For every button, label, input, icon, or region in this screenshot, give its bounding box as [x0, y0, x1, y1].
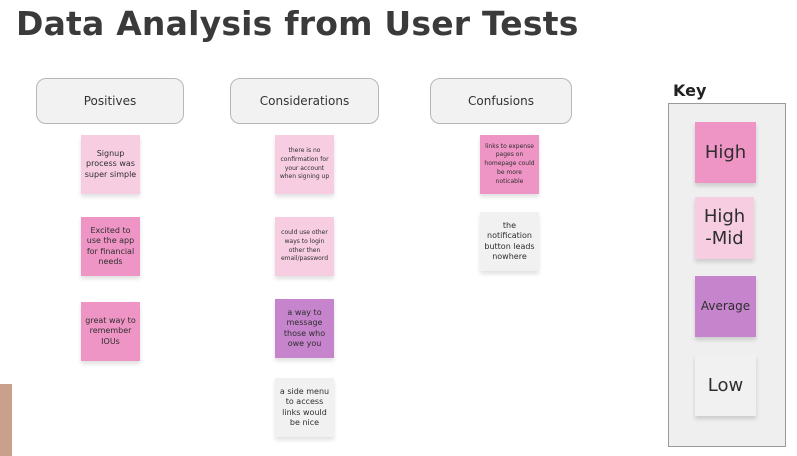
- sticky-note: there is no confirmation for your accoun…: [275, 135, 334, 194]
- page-title: Data Analysis from User Tests: [16, 4, 579, 43]
- sticky-note: the notification button leads nowhere: [480, 212, 539, 271]
- key-item-high-mid: High-Mid: [695, 197, 754, 259]
- sticky-note: a way to message those who owe you: [275, 299, 334, 358]
- key-item-high: High: [695, 122, 756, 183]
- left-edge-strip: [0, 384, 12, 456]
- column-header-considerations: Considerations: [230, 78, 379, 124]
- key-item-average: Average: [695, 276, 756, 337]
- sticky-note: links to expense pages on homepage could…: [480, 135, 539, 194]
- key-panel: High High-Mid Average Low: [668, 103, 786, 447]
- sticky-note: could use other ways to login other then…: [275, 217, 334, 276]
- sticky-note: Excited to use the app for financial nee…: [81, 217, 140, 276]
- column-header-confusions: Confusions: [430, 78, 572, 124]
- key-label: Key: [673, 81, 707, 100]
- sticky-note: Signup process was super simple: [81, 135, 140, 194]
- sticky-note: great way to remember IOUs: [81, 302, 140, 361]
- column-header-positives: Positives: [36, 78, 184, 124]
- sticky-note: a side menu to access links would be nic…: [275, 378, 334, 437]
- key-item-low: Low: [695, 355, 756, 416]
